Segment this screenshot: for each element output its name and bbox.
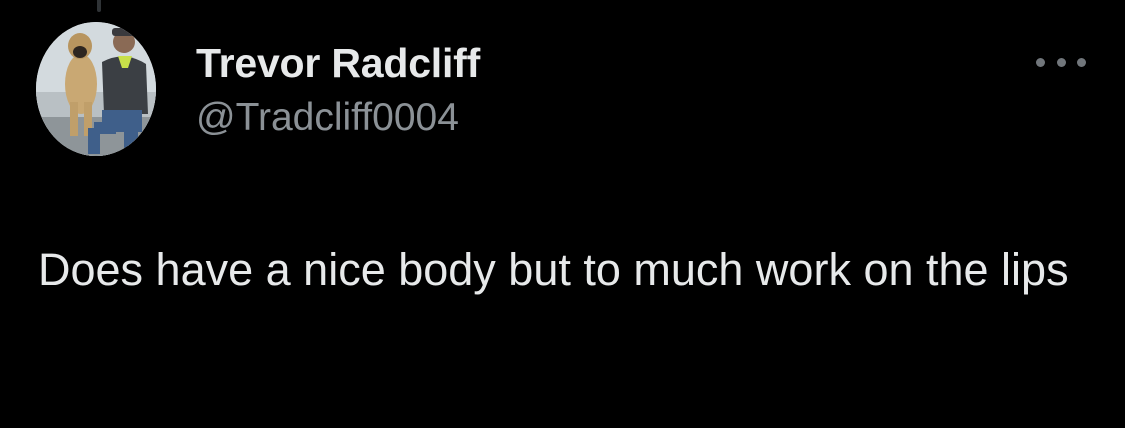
more-horizontal-icon — [1036, 57, 1045, 67]
more-options-button[interactable] — [1036, 50, 1086, 74]
more-horizontal-icon-dot — [1077, 57, 1086, 67]
more-horizontal-icon-dot — [1056, 57, 1066, 67]
author-display-name[interactable]: Trevor Radcliff — [196, 38, 480, 88]
avatar-photo — [36, 22, 156, 156]
tweet-text: Does have a nice body but to much work o… — [38, 244, 1069, 295]
avatar[interactable] — [36, 22, 156, 156]
tweet: Trevor Radcliff @Tradcliff0004 Does have… — [0, 0, 1125, 428]
author-handle[interactable]: @Tradcliff0004 — [196, 93, 459, 143]
